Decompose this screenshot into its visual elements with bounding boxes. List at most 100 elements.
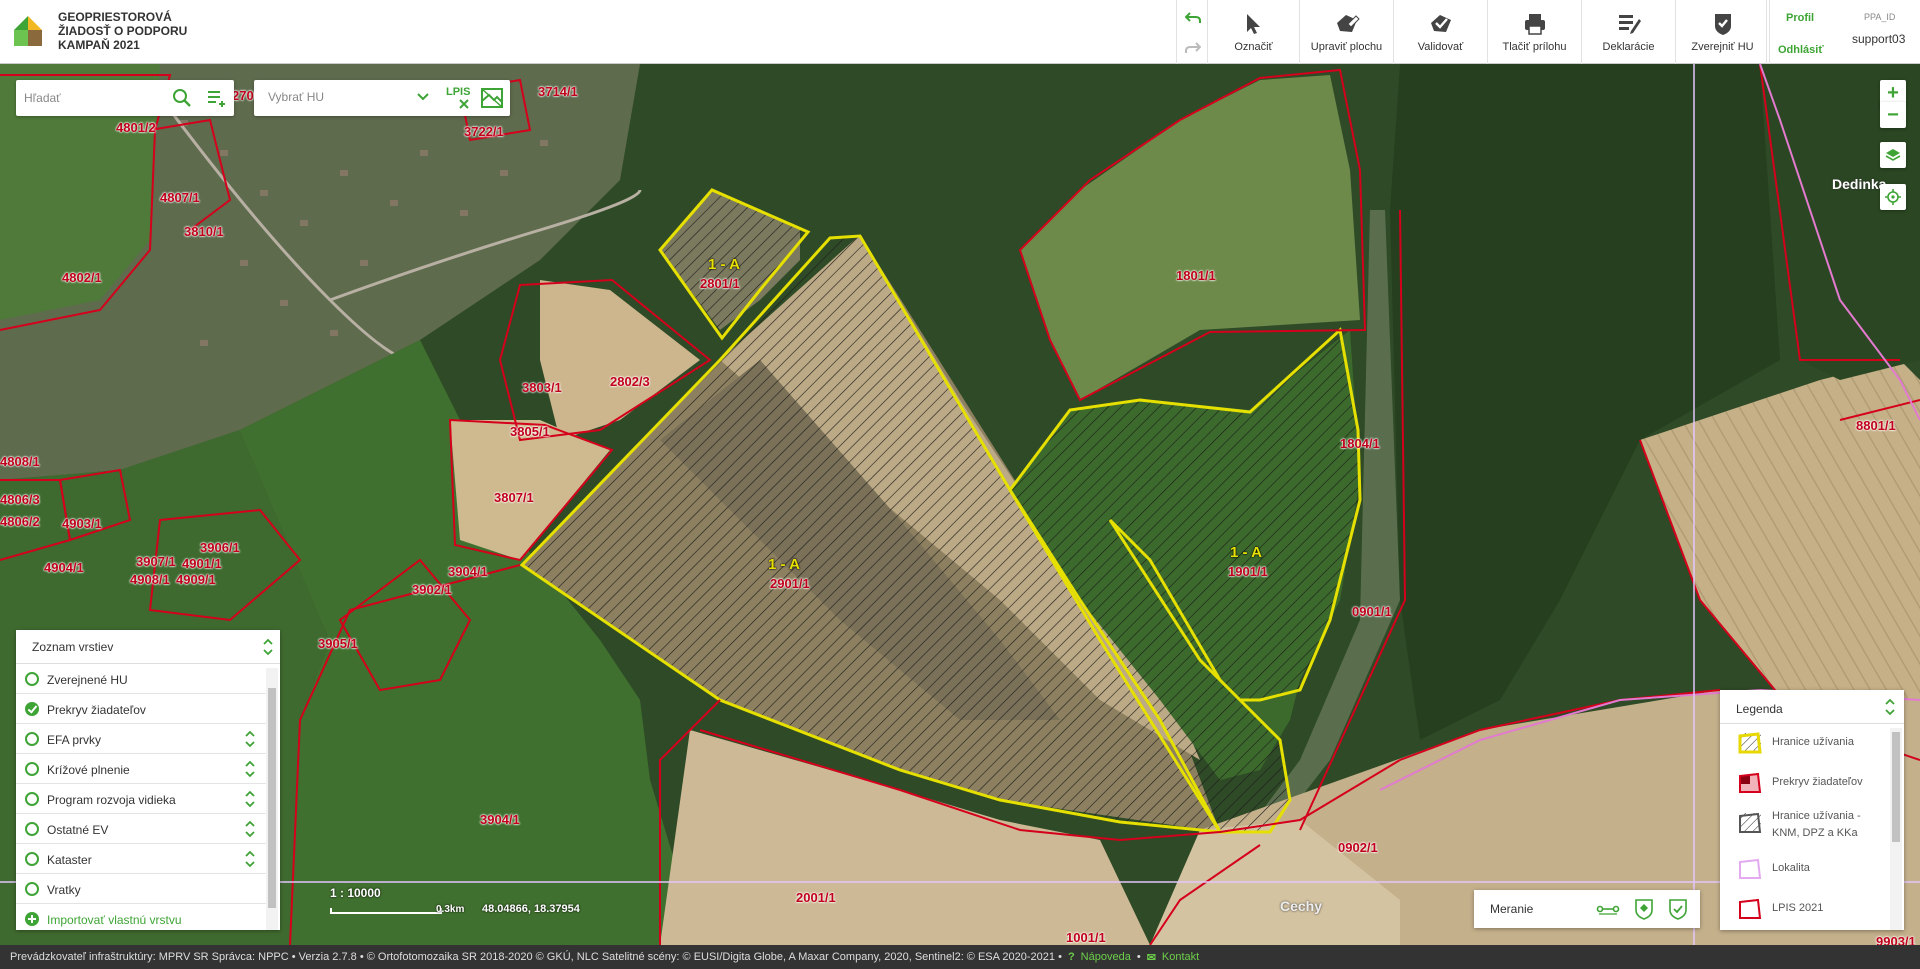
locate-icon — [1885, 189, 1901, 205]
parcel-label: 1801/1 — [1176, 268, 1216, 283]
app-root: 4802/1 4801/2 4807/1 3810/1 3714/1 3722/… — [0, 0, 1920, 969]
radio-icon — [25, 792, 39, 806]
contact-link[interactable]: Kontakt — [1162, 951, 1199, 963]
parcel-label: 2802/3 — [610, 374, 650, 389]
layer-label: Program rozvoja vidieka — [47, 793, 176, 807]
redo-button[interactable] — [1177, 32, 1209, 64]
parcel-label: 3714/1 — [538, 84, 578, 99]
search-icon[interactable] — [172, 88, 192, 108]
legend-label: Hranice užívania - KNM, DPZ a KKa — [1772, 810, 1861, 839]
reorder-icon[interactable] — [244, 759, 256, 779]
map-canvas[interactable] — [0, 0, 1920, 945]
measure-label: Meranie — [1490, 902, 1534, 916]
tool-label: Označiť — [1234, 41, 1273, 53]
collapse-toggle-icon[interactable] — [262, 638, 274, 656]
validate-button[interactable]: Validovať — [1394, 0, 1488, 64]
hu-select-value: Vybrať HU — [268, 90, 325, 104]
hu-select[interactable]: Vybrať HU LPIS — [254, 80, 510, 116]
zoom-out-button[interactable]: − — [1880, 102, 1906, 128]
parcel-label: 4806/3 — [0, 492, 40, 507]
layers-panel: Zoznam vrstiev Zverejnené HU Prekryv žia… — [16, 630, 280, 930]
tool-label: Tlačiť prílohu — [1502, 41, 1567, 53]
measure-area-icon[interactable] — [1632, 898, 1656, 920]
layer-item[interactable]: Vratky — [16, 874, 266, 904]
help-link[interactable]: Nápoveda — [1081, 951, 1131, 963]
hu-boundary-knm-icon — [1739, 812, 1762, 833]
declarations-button[interactable]: Deklarácie — [1582, 0, 1676, 64]
place-label: Cechy — [1280, 898, 1323, 914]
edit-area-button[interactable]: Upraviť plochu — [1300, 0, 1394, 64]
orthophoto-toggle-icon[interactable] — [480, 86, 504, 110]
parcel-label: 3803/1 — [522, 380, 562, 395]
search-box — [16, 80, 234, 116]
parcel-label: 1804/1 — [1340, 436, 1380, 451]
scrollbar-thumb[interactable] — [268, 688, 276, 908]
footer: Prevádzkovateľ infraštruktúry: MPRV SR S… — [0, 945, 1920, 969]
collapse-toggle-icon[interactable] — [1884, 698, 1896, 716]
parcel-label: 4807/1 — [160, 190, 200, 205]
brand[interactable]: GEOPRIESTOROVÁ ŽIADOSŤ O PODPORU KAMPAŇ … — [12, 10, 187, 52]
parcel-label: 3907/1 — [136, 554, 176, 569]
import-layer-button[interactable]: Importovať vlastnú vrstvu — [16, 904, 266, 934]
search-list-icon[interactable] — [206, 88, 226, 108]
hu-boundary-icon — [1738, 732, 1762, 754]
parcel-label: 4802/1 — [62, 270, 102, 285]
layer-item[interactable]: Zverejnené HU — [16, 664, 266, 694]
map-view[interactable]: 4802/1 4801/2 4807/1 3810/1 3714/1 3722/… — [0, 0, 1920, 945]
brand-line: GEOPRIESTOROVÁ — [58, 10, 172, 24]
parcel-label: 4801/2 — [116, 120, 156, 135]
reorder-icon[interactable] — [244, 849, 256, 869]
layer-item[interactable]: Prekryv žiadateľov — [16, 694, 266, 724]
layers-scrollbar[interactable] — [266, 668, 278, 930]
ppa-id-value: support03 — [1852, 32, 1906, 46]
close-icon — [459, 99, 469, 109]
check-icon — [25, 702, 39, 716]
profile-link[interactable]: Profil — [1786, 12, 1814, 24]
edit-polygon-icon — [1336, 15, 1360, 32]
select-tool-button[interactable]: Označiť — [1208, 0, 1300, 64]
print-attachment-button[interactable]: Tlačiť prílohu — [1488, 0, 1582, 64]
lpis-toggle-button[interactable]: LPIS — [446, 86, 474, 110]
applicant-overlap-icon — [1739, 772, 1762, 793]
legend-header[interactable]: Legenda — [1720, 690, 1904, 724]
reorder-icon[interactable] — [244, 729, 256, 749]
reorder-icon[interactable] — [244, 819, 256, 839]
import-layer-label: Importovať vlastnú vrstvu — [47, 913, 182, 927]
parcel-label: 3807/1 — [494, 490, 534, 505]
locate-button[interactable] — [1880, 184, 1906, 210]
measure-distance-icon[interactable] — [1596, 898, 1620, 920]
brand-title: GEOPRIESTOROVÁ ŽIADOSŤ O PODPORU KAMPAŇ … — [58, 10, 187, 52]
layer-label: Ostatné EV — [47, 823, 109, 837]
tool-label: Deklarácie — [1602, 41, 1655, 53]
search-input[interactable] — [24, 88, 174, 108]
layer-item[interactable]: Ostatné EV — [16, 814, 266, 844]
brand-line: KAMPAŇ 2021 — [58, 38, 140, 52]
publish-hu-button[interactable]: Zverejniť HU — [1676, 0, 1770, 64]
undo-redo-group — [1176, 0, 1208, 64]
layer-item[interactable]: Krížové plnenie — [16, 754, 266, 784]
undo-button[interactable] — [1177, 2, 1209, 34]
layers-button[interactable] — [1880, 142, 1906, 168]
hu-label: 1 - A — [1230, 544, 1262, 561]
scale-bar — [330, 908, 442, 914]
parcel-label: 9903/1 — [1876, 934, 1916, 945]
footer-attribution: Prevádzkovateľ infraštruktúry: MPRV SR S… — [10, 951, 1062, 963]
radio-icon — [25, 882, 39, 896]
radio-icon — [25, 762, 39, 776]
parcel-label: 3810/1 — [184, 224, 224, 239]
parcel-label: 3905/1 — [318, 636, 358, 651]
redo-icon — [1185, 42, 1201, 53]
layer-item[interactable]: Program rozvoja vidieka — [16, 784, 266, 814]
measure-clear-icon[interactable] — [1666, 898, 1690, 920]
legend-scrollbar[interactable] — [1890, 728, 1902, 930]
legend-panel: Legenda Hranice užívania Prekryv žiadate… — [1720, 690, 1904, 930]
layer-item[interactable]: EFA prvky — [16, 724, 266, 754]
layers-panel-header[interactable]: Zoznam vrstiev — [16, 630, 280, 664]
layer-item[interactable]: Kataster — [16, 844, 266, 874]
logout-link[interactable]: Odhlásiť — [1778, 44, 1824, 56]
parcel-label: 8801/1 — [1856, 418, 1896, 433]
scrollbar-thumb[interactable] — [1892, 732, 1900, 842]
parcel-label: 4806/2 — [0, 514, 40, 529]
reorder-icon[interactable] — [244, 789, 256, 809]
parcel-label: 2801/1 — [700, 276, 740, 291]
